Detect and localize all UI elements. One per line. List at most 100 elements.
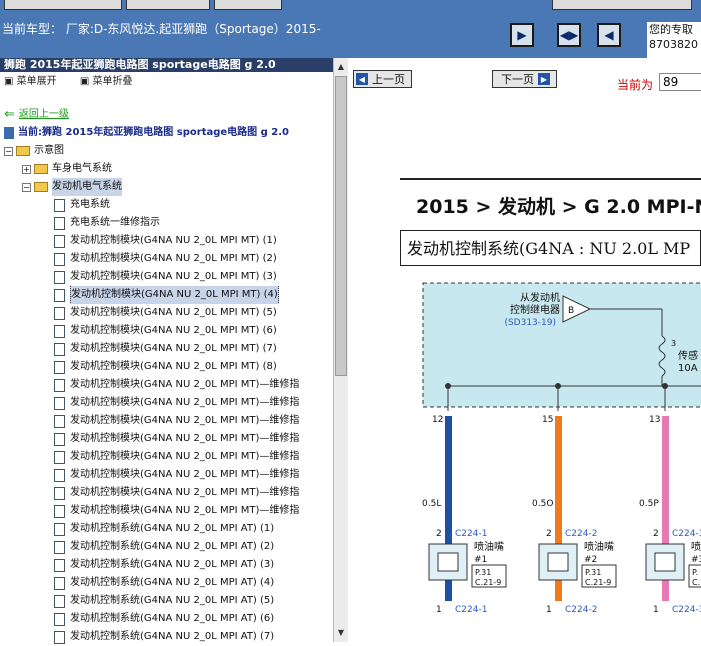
tree-item[interactable]: 发动机控制模块(G4NA NU 2_0L MPI MT)—维修指 xyxy=(0,502,333,520)
top-button-1[interactable] xyxy=(4,0,122,10)
diagram-subtitle: 发动机控制系统(G4NA : NU 2.0L MP xyxy=(400,230,701,266)
document-icon xyxy=(54,432,65,446)
back-link-row[interactable]: ⇐ 返回上一级 xyxy=(0,106,333,124)
document-icon xyxy=(54,396,65,410)
tree-item-label: 发动机控制模块(G4NA NU 2_0L MPI MT) (8) xyxy=(70,361,277,372)
injector-name: 喷油嘴 xyxy=(584,540,614,553)
fit-page-icon[interactable]: ◀▶ xyxy=(557,23,581,47)
tree-item[interactable]: 发动机控制模块(G4NA NU 2_0L MPI MT) (1) xyxy=(0,232,333,250)
tree-item[interactable]: 发动机控制模块(G4NA NU 2_0L MPI MT) (5) xyxy=(0,304,333,322)
tree-item[interactable]: 发动机控制模块(G4NA NU 2_0L MPI MT)—维修指 xyxy=(0,448,333,466)
connector-id: C224-2 xyxy=(565,605,597,615)
tree-item-label: 发动机控制模块(G4NA NU 2_0L MPI MT)—维修指 xyxy=(70,397,300,408)
expand-icon[interactable]: + xyxy=(22,164,31,174)
document-icon xyxy=(54,414,65,428)
tree-folder-engine[interactable]: − 发动机电气系统 xyxy=(0,178,333,196)
tree-item[interactable]: 发动机控制模块(G4NA NU 2_0L MPI MT) (8) xyxy=(0,358,333,376)
tree-root-label: 示意图 xyxy=(34,145,64,156)
connector-id: C224-1 xyxy=(455,605,487,615)
tree-root[interactable]: − 示意图 xyxy=(0,142,333,160)
computer-icon xyxy=(4,127,14,139)
tree-item[interactable]: 充电系统一维修指示 xyxy=(0,214,333,232)
tree-item[interactable]: 发动机控制模块(G4NA NU 2_0L MPI MT)—维修指 xyxy=(0,412,333,430)
tree-item[interactable]: 发动机控制模块(G4NA NU 2_0L MPI MT)—维修指 xyxy=(0,484,333,502)
tree-item[interactable]: 发动机控制系统(G4NA NU 2_0L MPI AT) (3) xyxy=(0,556,333,574)
tree-item-label: 发动机控制系统(G4NA NU 2_0L MPI AT) (1) xyxy=(70,523,275,534)
top-button-4[interactable] xyxy=(552,0,692,10)
tree-item[interactable]: 充电系统 xyxy=(0,196,333,214)
next-page-button[interactable]: 下一页 ▶ xyxy=(492,70,557,88)
back-link[interactable]: 返回上一级 xyxy=(19,106,69,124)
tree-item-label: 发动机控制模块(G4NA NU 2_0L MPI MT) (2) xyxy=(70,253,277,264)
tree-item[interactable]: 发动机控制系统(G4NA NU 2_0L MPI AT) (6) xyxy=(0,610,333,628)
tree-item[interactable]: 发动机控制模块(G4NA NU 2_0L MPI MT) (4) xyxy=(0,286,333,304)
tree-item-label: 发动机控制模块(G4NA NU 2_0L MPI MT)—维修指 xyxy=(70,505,300,516)
top-button-3[interactable] xyxy=(214,0,282,10)
tree-item-label: 发动机控制模块(G4NA NU 2_0L MPI MT)—维修指 xyxy=(70,487,300,498)
account-number: 8703820 xyxy=(649,38,698,51)
expand-menu-button[interactable]: ▣ 菜单展开 xyxy=(4,76,67,87)
first-page-icon[interactable]: ▶ xyxy=(510,23,534,47)
tree-item[interactable]: 发动机控制模块(G4NA NU 2_0L MPI MT)—维修指 xyxy=(0,466,333,484)
ref-page: P.31 xyxy=(585,568,601,577)
tree-folder-body[interactable]: + 车身电气系统 xyxy=(0,160,333,178)
tree-items: 充电系统 充电系统一维修指示 发动机控制模块(G4NA NU 2_0L MPI MT… xyxy=(0,196,333,646)
scroll-up-icon[interactable]: ▲ xyxy=(335,60,347,74)
scroll-down-icon[interactable]: ▼ xyxy=(335,626,347,640)
tree-item[interactable]: 发动机控制模块(G4NA NU 2_0L MPI MT) (6) xyxy=(0,322,333,340)
top-button-2[interactable] xyxy=(126,0,210,10)
tree-item-label: 发动机控制系统(G4NA NU 2_0L MPI AT) (2) xyxy=(70,541,275,552)
tree-item[interactable]: 发动机控制模块(G4NA NU 2_0L MPI MT)—维修指 xyxy=(0,376,333,394)
ref-location: C.21-9 xyxy=(585,578,611,587)
document-icon xyxy=(54,216,65,230)
relay-box xyxy=(422,282,701,408)
injector-name: 喷油嘴 xyxy=(474,540,504,553)
last-page-icon[interactable]: ◀ xyxy=(597,23,621,47)
tree-item-label: 发动机控制系统(G4NA NU 2_0L MPI AT) (4) xyxy=(70,577,275,588)
sensor-label: 传感 xyxy=(678,349,698,362)
scroll-thumb[interactable] xyxy=(335,76,347,376)
pin-top: 13 xyxy=(649,415,660,425)
injector-number: #2 xyxy=(584,555,597,565)
diagram-title: 2015 > 发动机 > G 2.0 MPI-NU xyxy=(416,196,701,218)
tree-item[interactable]: 发动机控制模块(G4NA NU 2_0L MPI MT)—维修指 xyxy=(0,430,333,448)
document-icon xyxy=(54,594,65,608)
tree-item-label: 充电系统 xyxy=(70,199,110,210)
tree-item[interactable]: 发动机控制系统(G4NA NU 2_0L MPI AT) (4) xyxy=(0,574,333,592)
injector-number: #3 xyxy=(691,555,701,565)
tree-item-label: 发动机控制模块(G4NA NU 2_0L MPI MT)—维修指 xyxy=(70,433,300,444)
fuse-number: 3 xyxy=(671,339,676,348)
tree-item[interactable]: 发动机控制系统(G4NA NU 2_0L MPI AT) (2) xyxy=(0,538,333,556)
document-icon xyxy=(54,270,65,284)
tree-item-label: 发动机控制模块(G4NA NU 2_0L MPI MT) (4) xyxy=(70,286,279,304)
tree-item[interactable]: 发动机控制系统(G4NA NU 2_0L MPI AT) (5) xyxy=(0,592,333,610)
prev-page-button[interactable]: ◀ 上一页 xyxy=(353,70,412,88)
collapse-icon[interactable]: − xyxy=(22,182,31,192)
current-path-row: 当前:狮跑 2015年起亚狮跑电路图 sportage电路图 g 2.0 xyxy=(0,124,333,142)
collapse-menu-button[interactable]: ▣ 菜单折叠 xyxy=(80,76,143,87)
page-number-input[interactable] xyxy=(659,73,701,91)
tree-item[interactable]: 发动机控制模块(G4NA NU 2_0L MPI MT)—维修指 xyxy=(0,394,333,412)
injector-icon xyxy=(547,552,569,572)
tree-scrollbar[interactable]: ▲ ▼ xyxy=(333,58,348,642)
tree-item[interactable]: 发动机控制系统(G4NA NU 2_0L MPI AT) (7) xyxy=(0,628,333,646)
connector-pin: 1 xyxy=(436,605,442,615)
connector-pin: 2 xyxy=(546,529,552,539)
connector-id: C224-2 xyxy=(565,529,597,539)
collapse-icon[interactable]: − xyxy=(4,146,13,156)
wire-gauge: 0.5P xyxy=(639,499,659,509)
tree-item[interactable]: 发动机控制模块(G4NA NU 2_0L MPI MT) (7) xyxy=(0,340,333,358)
current-path: 当前:狮跑 2015年起亚狮跑电路图 sportage电路图 g 2.0 xyxy=(18,127,290,138)
tree-item-label: 发动机控制模块(G4NA NU 2_0L MPI MT)—维修指 xyxy=(70,415,300,426)
tree-item[interactable]: 发动机控制模块(G4NA NU 2_0L MPI MT) (2) xyxy=(0,250,333,268)
connector-pin: 2 xyxy=(436,529,442,539)
tree-item[interactable]: 发动机控制系统(G4NA NU 2_0L MPI AT) (1) xyxy=(0,520,333,538)
folder-icon xyxy=(34,164,48,174)
ref-location: C. xyxy=(692,578,700,587)
folder-icon xyxy=(16,146,30,156)
tree-item[interactable]: 发动机控制模块(G4NA NU 2_0L MPI MT) (3) xyxy=(0,268,333,286)
expand-label: 菜单展开 xyxy=(16,76,57,87)
connector-pin: 2 xyxy=(653,529,659,539)
pin-top: 12 xyxy=(432,415,443,425)
next-page-label: 下一页 xyxy=(501,73,534,86)
